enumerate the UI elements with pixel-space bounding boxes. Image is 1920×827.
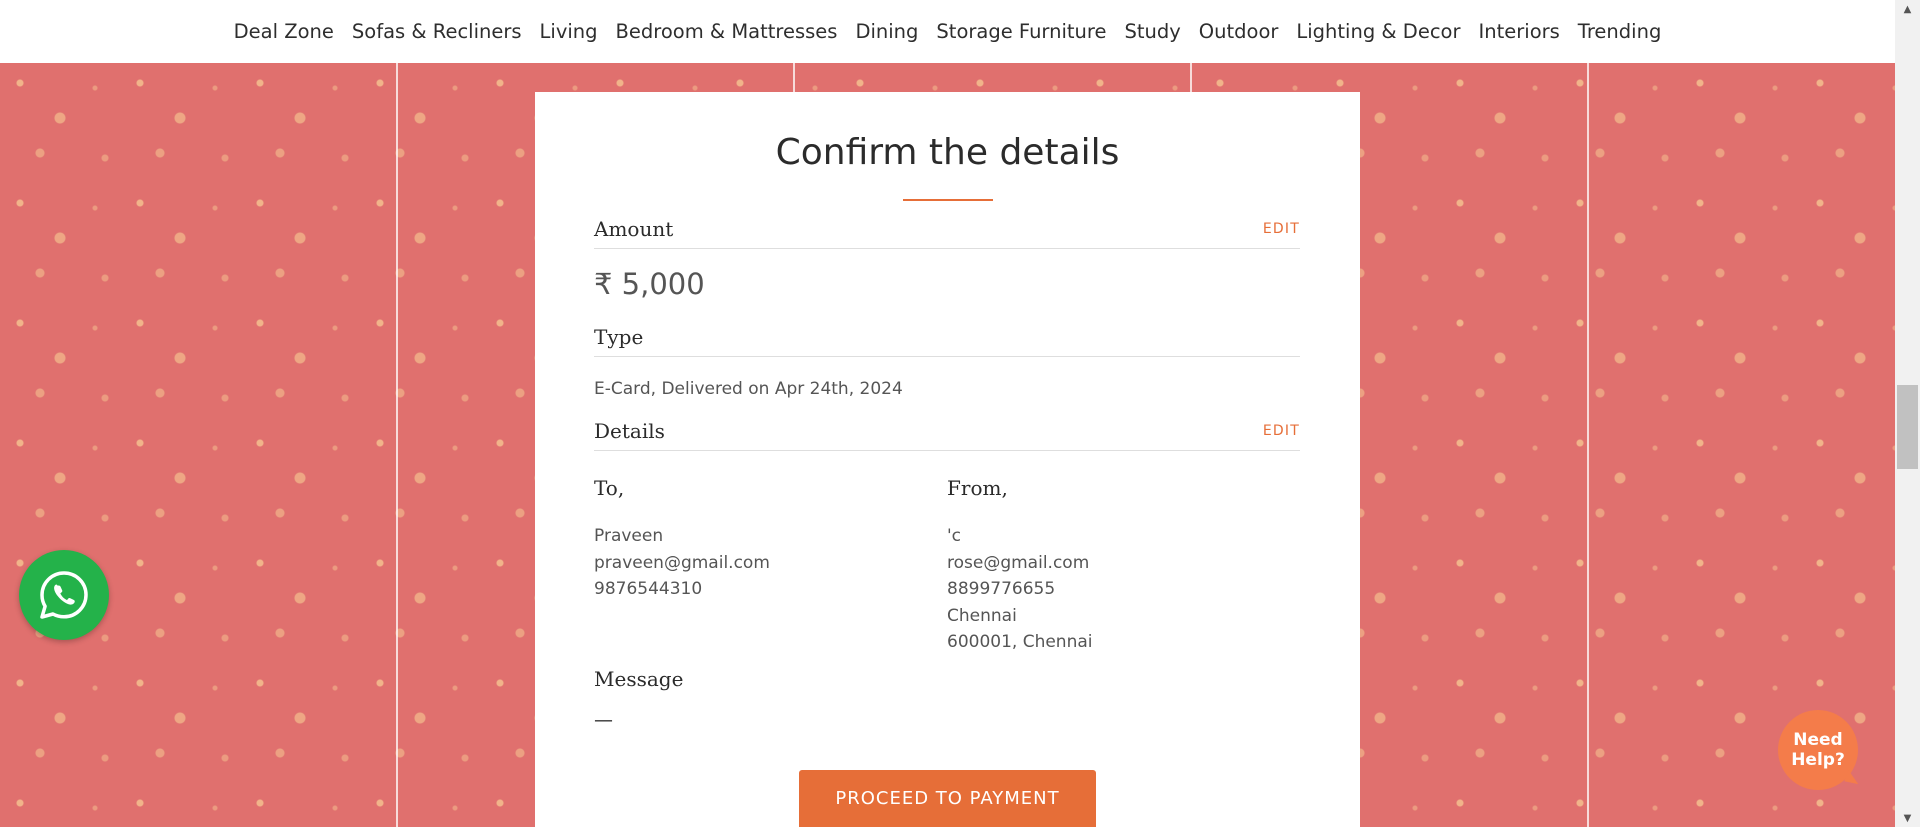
- message-value: —: [594, 709, 613, 731]
- vertical-scrollbar[interactable]: ▲ ▼: [1895, 0, 1920, 827]
- amount-edit-link[interactable]: EDIT: [1263, 221, 1300, 237]
- amount-label: Amount: [594, 217, 674, 241]
- top-navigation: Deal Zone Sofas & Recliners Living Bedro…: [0, 0, 1895, 63]
- scroll-up-arrow-icon[interactable]: ▲: [1895, 0, 1920, 18]
- details-section-header: Details EDIT: [594, 419, 1300, 451]
- sender-pincode: 600001, Chennai: [947, 632, 1093, 652]
- sender-phone: 8899776655: [947, 579, 1056, 599]
- nav-item-lighting-decor[interactable]: Lighting & Decor: [1296, 20, 1460, 43]
- need-help-line2: Help?: [1791, 750, 1845, 770]
- type-section-header: Type: [594, 325, 1300, 357]
- sender-details: 'c rose@gmail.com 8899776655 Chennai 600…: [947, 523, 1093, 656]
- proceed-to-payment-button[interactable]: PROCEED TO PAYMENT: [799, 770, 1096, 827]
- recipient-details: Praveen praveen@gmail.com 9876544310: [594, 523, 770, 603]
- page-title: Confirm the details: [775, 132, 1120, 173]
- to-label: To,: [594, 476, 625, 500]
- nav-item-bedroom-mattresses[interactable]: Bedroom & Mattresses: [616, 20, 838, 43]
- details-edit-link[interactable]: EDIT: [1263, 423, 1300, 439]
- nav-item-sofas-recliners[interactable]: Sofas & Recliners: [352, 20, 522, 43]
- panel-divider: [396, 63, 398, 827]
- need-help-line1: Need: [1793, 730, 1843, 750]
- recipient-phone: 9876544310: [594, 579, 703, 599]
- need-help-chat-button[interactable]: Need Help?: [1778, 710, 1858, 790]
- nav-item-outdoor[interactable]: Outdoor: [1199, 20, 1279, 43]
- sender-city: Chennai: [947, 605, 1017, 626]
- panel-divider: [1587, 63, 1589, 827]
- nav-item-living[interactable]: Living: [540, 20, 598, 43]
- sender-name: 'c: [947, 526, 962, 546]
- scrollbar-thumb[interactable]: [1897, 385, 1918, 469]
- recipient-email: praveen@gmail.com: [594, 552, 770, 573]
- nav-item-deal-zone[interactable]: Deal Zone: [234, 20, 334, 43]
- amount-value: ₹ 5,000: [594, 267, 705, 301]
- nav-item-study[interactable]: Study: [1124, 20, 1180, 43]
- from-label: From,: [947, 476, 1008, 500]
- details-label: Details: [594, 419, 665, 443]
- nav-item-interiors[interactable]: Interiors: [1479, 20, 1560, 43]
- title-underline: [903, 199, 993, 201]
- whatsapp-icon: [40, 571, 88, 619]
- scroll-down-arrow-icon[interactable]: ▼: [1895, 809, 1920, 827]
- sender-email: rose@gmail.com: [947, 552, 1090, 573]
- nav-item-trending[interactable]: Trending: [1578, 20, 1662, 43]
- nav-item-storage-furniture[interactable]: Storage Furniture: [936, 20, 1106, 43]
- recipient-name: Praveen: [594, 526, 664, 546]
- whatsapp-button[interactable]: [19, 550, 109, 640]
- amount-section-header: Amount EDIT: [594, 217, 1300, 249]
- type-value: E-Card, Delivered on Apr 24th, 2024: [594, 379, 903, 399]
- message-label: Message: [594, 667, 684, 691]
- confirm-details-card: Confirm the details Amount EDIT ₹ 5,000 …: [535, 92, 1360, 827]
- nav-item-dining[interactable]: Dining: [855, 20, 918, 43]
- type-label: Type: [594, 325, 644, 349]
